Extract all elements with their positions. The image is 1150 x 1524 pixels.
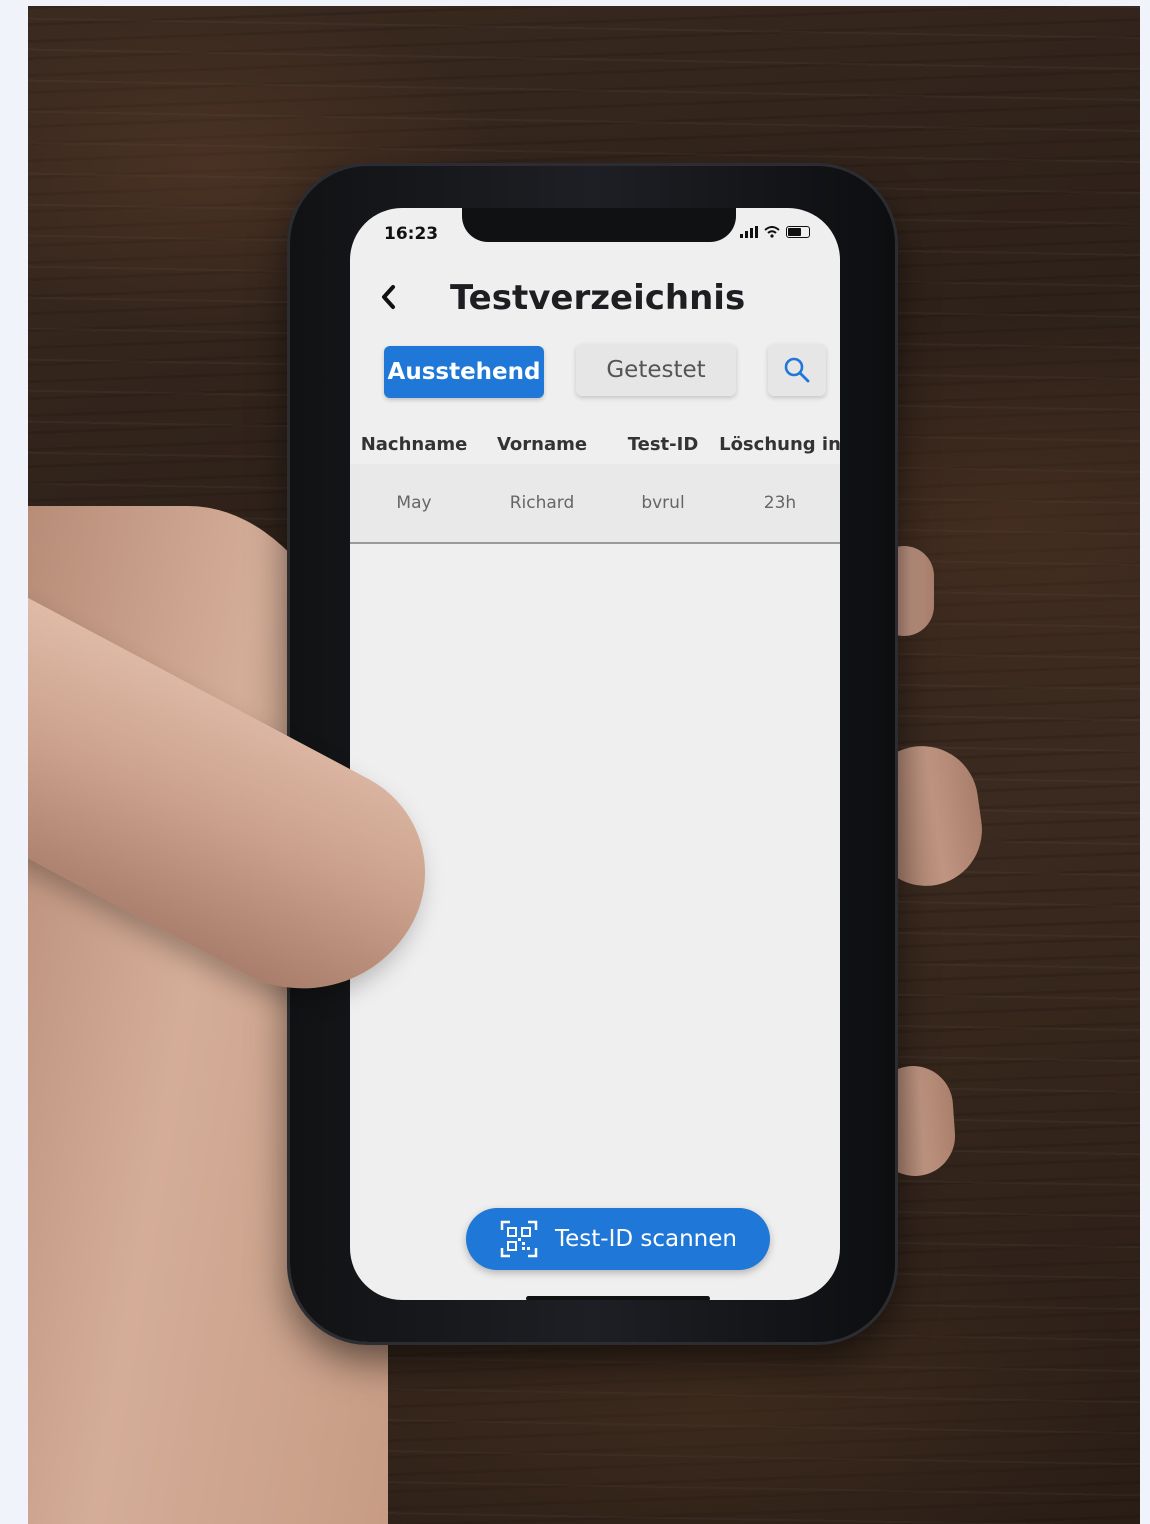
scan-test-id-button[interactable]: Test-ID scannen [466,1208,770,1270]
cell-vorname: Richard [509,493,575,513]
scan-button-label: Test-ID scannen [554,1226,737,1252]
column-header-test-id[interactable]: Test-ID [606,424,720,464]
search-icon [784,357,810,383]
back-button[interactable] [378,284,404,310]
status-icons [740,226,810,238]
tab-ausstehend[interactable]: Ausstehend [384,346,544,398]
photo-background: 16:23 Testverzeichnis Ausstehend Geteste… [28,6,1140,1524]
qr-code-icon [500,1220,538,1258]
page-title: Testverzeichnis [450,278,746,318]
table-row[interactable]: May Richard bvrul 23h [350,464,840,544]
cell-nachname: May [396,493,432,513]
column-header-vorname[interactable]: Vorname [478,424,606,464]
status-time: 16:23 [384,224,439,244]
wifi-icon [764,226,780,238]
table-header: Nachname Vorname Test-ID Löschung in [350,424,840,464]
phone: 16:23 Testverzeichnis Ausstehend Geteste… [290,166,895,1342]
tab-getestet[interactable]: Getestet [576,344,736,396]
cell-loeschung: 23h [763,493,797,513]
battery-icon [786,226,810,238]
column-header-nachname[interactable]: Nachname [350,424,478,464]
chevron-left-icon [382,285,395,309]
notch [462,208,736,242]
app-screen: 16:23 Testverzeichnis Ausstehend Geteste… [350,208,840,1300]
cell-test-id: bvrul [641,493,685,513]
signal-icon [740,226,758,238]
home-indicator [526,1296,710,1300]
search-button[interactable] [768,344,826,396]
column-header-loeschung[interactable]: Löschung in [719,424,840,464]
